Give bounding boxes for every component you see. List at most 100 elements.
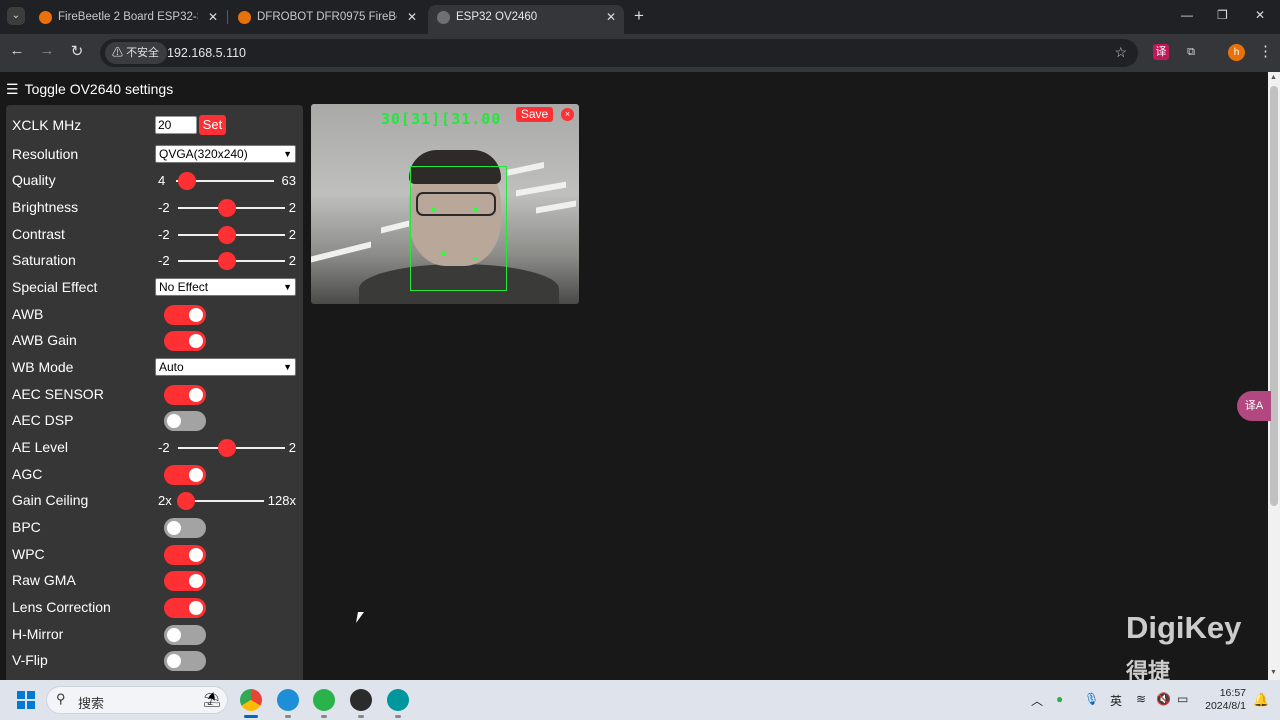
clock-time: 16:57 — [1219, 687, 1246, 699]
windows-start-icon[interactable] — [17, 691, 35, 709]
running-app-indicator — [358, 715, 364, 718]
wb-mode-select[interactable]: Auto ▼ — [155, 358, 296, 376]
brightness-slider-thumb[interactable] — [218, 199, 236, 217]
chrome-app-icon[interactable] — [240, 689, 262, 711]
ime-language-indicator[interactable]: 英 — [1110, 692, 1122, 709]
gain-ceiling-label: Gain Ceiling — [12, 492, 89, 508]
awb-gain-toggle[interactable] — [164, 331, 206, 351]
save-still-button[interactable]: Save — [516, 107, 553, 122]
agc-toggle[interactable] — [164, 465, 206, 485]
toggle-knob — [189, 308, 203, 322]
saturation-slider-thumb[interactable] — [218, 252, 236, 270]
browser-menu-icon[interactable]: ⋮ — [1258, 42, 1273, 60]
forward-button[interactable]: → — [36, 42, 58, 59]
contrast-slider-thumb[interactable] — [218, 226, 236, 244]
quality-slider-thumb[interactable] — [178, 172, 196, 190]
h-mirror-toggle[interactable] — [164, 625, 206, 645]
obs-app-icon[interactable] — [350, 689, 372, 711]
extensions-puzzle-icon[interactable]: ⧉ — [1183, 44, 1199, 60]
scroll-up-arrow-icon[interactable]: ▲ — [1270, 74, 1277, 81]
minimize-button[interactable]: — — [1181, 8, 1193, 22]
close-tab-icon[interactable]: ✕ — [208, 5, 218, 29]
new-tab-button[interactable]: + — [634, 6, 644, 26]
tab-esp32-ov2460[interactable]: ESP32 OV2460 ✕ — [428, 5, 624, 34]
tray-overflow-chevron-icon[interactable]: ︿ — [1031, 692, 1043, 709]
toggle-knob — [167, 414, 181, 428]
bpc-toggle[interactable] — [164, 518, 206, 538]
tab-search-button[interactable]: ⌄ — [7, 7, 25, 25]
arduino-app-icon[interactable] — [387, 689, 409, 711]
special-effect-select[interactable]: No Effect ▼ — [155, 278, 296, 296]
ae-level-slider-thumb[interactable] — [218, 439, 236, 457]
aec-dsp-toggle[interactable] — [164, 411, 206, 431]
ae-level-row: AE Level -2 2 — [12, 435, 297, 461]
saturation-label: Saturation — [12, 252, 76, 268]
gain-ceiling-min-label: 2x — [158, 493, 172, 508]
resolution-select[interactable]: QVGA(320x240) ▼ — [155, 145, 296, 163]
profile-avatar[interactable]: h — [1228, 44, 1245, 61]
notification-bell-icon[interactable]: 🔔 — [1253, 692, 1269, 708]
bpc-row: BPC — [12, 515, 297, 541]
tab-dfrobot-product[interactable]: DFROBOT DFR0975 FireBeetle ✕ — [229, 5, 425, 34]
active-app-indicator — [244, 715, 258, 718]
tab-firebeetle-board[interactable]: FireBeetle 2 Board ESP32-S3( ✕ — [30, 5, 226, 34]
camera-stream: 30[31][31.00 Save × — [311, 104, 579, 304]
contrast-max-label: 2 — [288, 227, 296, 242]
saturation-max-label: 2 — [288, 253, 296, 268]
ceiling-light — [536, 200, 576, 214]
raw-gma-label: Raw GMA — [12, 572, 76, 588]
wechat-tray-icon[interactable]: ● — [1056, 692, 1063, 706]
scrollbar-thumb[interactable] — [1270, 86, 1278, 506]
gain-ceiling-slider-thumb[interactable] — [177, 492, 195, 510]
lens-correction-label: Lens Correction — [12, 599, 111, 615]
xclk-set-button[interactable]: Set — [199, 115, 226, 135]
taskbar-search-box[interactable]: ⚲ 搜索 ⛱ — [46, 686, 228, 714]
close-window-button[interactable]: ✕ — [1255, 8, 1265, 22]
awb-toggle[interactable] — [164, 305, 206, 325]
close-tab-icon[interactable]: ✕ — [407, 5, 417, 29]
face-detection-box — [410, 166, 507, 291]
bookmark-star-icon[interactable]: ☆ — [1114, 44, 1127, 61]
wpc-toggle[interactable] — [164, 545, 206, 565]
search-icon: ⚲ — [56, 691, 66, 706]
url-text[interactable]: 192.168.5.110 — [167, 39, 246, 67]
chevron-down-icon: ▼ — [283, 149, 292, 159]
brightness-label: Brightness — [12, 199, 79, 215]
taskbar-clock[interactable]: 16:57 2024/8/1 — [1204, 687, 1246, 713]
xclk-input[interactable]: 20 — [155, 116, 197, 134]
ae-level-label: AE Level — [12, 439, 69, 455]
running-app-indicator — [321, 715, 327, 718]
microphone-icon[interactable]: 🎙 — [1084, 692, 1099, 706]
reload-button[interactable]: ↻ — [66, 42, 88, 60]
ae-level-min-label: -2 — [158, 440, 170, 455]
brightness-row: Brightness -2 2 — [12, 195, 297, 221]
restore-button[interactable]: ❐ — [1217, 8, 1228, 22]
h-mirror-row: H-Mirror — [12, 622, 297, 648]
close-stream-button[interactable]: × — [561, 108, 574, 121]
contrast-row: Contrast -2 2 — [12, 222, 297, 248]
warning-icon: ⚠ — [112, 47, 123, 59]
toggle-settings-button[interactable]: ☰ Toggle OV2640 settings — [6, 81, 173, 98]
security-chip[interactable]: ⚠ 不安全 — [105, 42, 168, 64]
back-button[interactable]: ← — [6, 42, 28, 59]
browser-tab-strip: ⌄ FireBeetle 2 Board ESP32-S3( ✕ DFROBOT… — [0, 0, 1280, 34]
address-bar[interactable]: ⚠ 不安全 192.168.5.110 ☆ — [100, 39, 1138, 67]
scroll-down-arrow-icon[interactable]: ▼ — [1270, 669, 1277, 676]
battery-icon[interactable]: ▭ — [1177, 692, 1188, 706]
quality-row: Quality 4 63 — [12, 168, 297, 194]
speaker-muted-icon[interactable]: 🔇 — [1156, 692, 1171, 706]
stream-overlay-text: 30[31][31.00 — [381, 110, 502, 128]
v-flip-toggle[interactable] — [164, 651, 206, 671]
lens-correction-toggle[interactable] — [164, 598, 206, 618]
wifi-icon[interactable]: ≋ — [1136, 692, 1146, 706]
special-effect-value: No Effect — [159, 280, 209, 294]
translate-extension-icon[interactable]: 译 — [1153, 44, 1169, 60]
translate-float-button[interactable]: 译A — [1237, 391, 1271, 421]
raw-gma-toggle[interactable] — [164, 571, 206, 591]
agc-row: AGC — [12, 462, 297, 488]
edge-app-icon[interactable] — [277, 689, 299, 711]
close-tab-icon[interactable]: ✕ — [606, 5, 616, 29]
wechat-app-icon[interactable] — [313, 689, 335, 711]
aec-sensor-toggle[interactable] — [164, 385, 206, 405]
browser-toolbar: ← → ↻ ⚠ 不安全 192.168.5.110 ☆ 译 ⧉ h ⋮ — [0, 34, 1280, 72]
